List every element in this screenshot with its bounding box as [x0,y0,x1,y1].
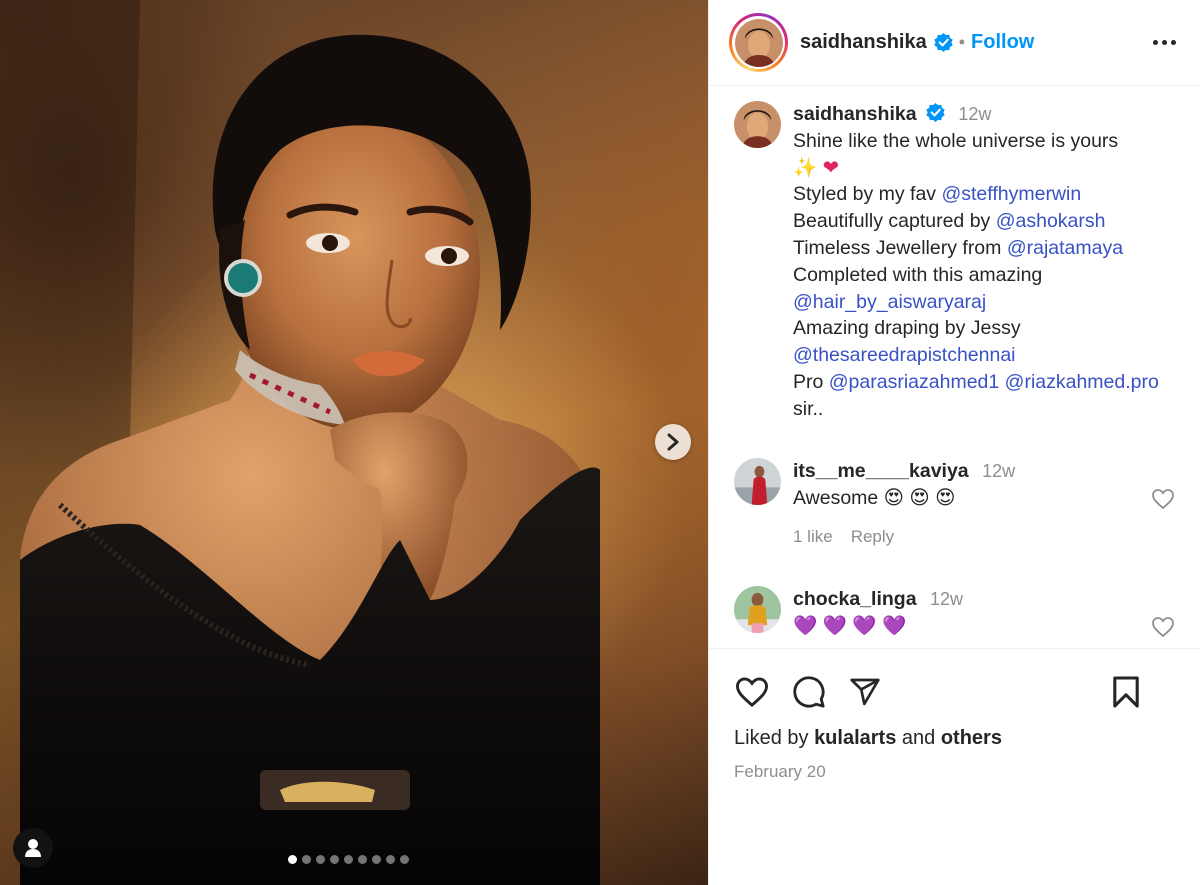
liked-by-others-link[interactable]: others [941,727,1002,749]
next-image-button[interactable] [655,424,691,460]
tagged-users-button[interactable] [13,828,53,868]
speech-bubble-icon [793,676,825,708]
carousel-dot [344,855,353,864]
caption-timestamp[interactable]: 12w [958,104,991,124]
sparkles-emoji: ✨ [793,156,818,179]
carousel-dot [288,855,297,864]
chevron-right-icon [667,433,679,451]
caption-text: saidhanshika 12w Shine like the whole un… [793,101,1178,423]
comment-item: chocka_linga 12w 💜 💜 💜 💜 [729,585,1180,640]
verified-badge-icon [934,33,953,52]
post-media[interactable] [0,0,708,885]
caption-line: @hair_by_aiswaryaraj [793,289,1178,316]
caption-author-avatar[interactable] [734,101,781,148]
liked-by-user-link[interactable]: kulalarts [814,727,896,749]
post-actions: Liked by kulalarts and others February 2… [709,648,1200,782]
comment-timestamp[interactable]: 12w [930,589,963,609]
mention-link[interactable]: @parasriazahmed1 [829,371,999,393]
post-header: saidhanshika • Follow [709,0,1200,86]
post-date[interactable]: February 20 [734,762,1180,782]
mention-link[interactable]: @steffhymerwin [941,183,1081,205]
mention-link[interactable]: @hair_by_aiswaryaraj [793,291,986,313]
verified-badge-icon [926,103,945,123]
caption-line: @thesareedrapistchennai [793,342,1178,369]
caption-line: sir.. [793,397,824,420]
author-avatar-ring[interactable] [729,13,788,72]
post-photo [0,0,600,885]
commenter-avatar[interactable] [734,457,781,505]
caption-line: Styled by my fav @steffhymerwin [793,183,1082,206]
carousel-dot [302,855,311,864]
comment-button[interactable] [792,675,826,709]
commenter-username[interactable]: its__me____kaviya [793,460,969,482]
post-caption: saidhanshika 12w Shine like the whole un… [729,101,1180,423]
caption-line: Pro @parasriazahmed1 @riazkahmed.pro [793,370,1159,393]
like-button[interactable] [734,676,770,708]
author-avatar [734,18,783,67]
caption-line: Timeless Jewellery from @rajatamaya [793,236,1124,259]
author-username[interactable]: saidhanshika [800,31,927,54]
caption-username[interactable]: saidhanshika [793,103,917,125]
carousel-dot [400,855,409,864]
caption-line: Beautifully captured by @ashokarsh [793,210,1106,233]
carousel-indicator [288,855,409,864]
mention-link[interactable]: @riazkahmed.pro [1005,371,1159,393]
commenter-username[interactable]: chocka_linga [793,588,917,610]
save-button[interactable] [1112,675,1140,709]
comment-like-icon[interactable] [1151,488,1175,510]
carousel-dot [358,855,367,864]
follow-button[interactable]: Follow [971,31,1034,54]
reply-button[interactable]: Reply [851,523,894,550]
caption-line: Completed with this amazing [793,263,1043,286]
comment-likes-count[interactable]: 1 like [793,523,833,550]
comment-timestamp[interactable]: 12w [982,461,1015,481]
comment-text: Awesome 😍 😍 😍 [793,486,956,509]
carousel-dot [372,855,381,864]
carousel-dot [316,855,325,864]
caption-line: Shine like the whole universe is yours [793,129,1119,152]
header-separator: • [958,32,966,52]
carousel-dot [386,855,395,864]
share-button[interactable] [848,676,882,708]
heart-outline-icon [735,677,769,708]
commenter-avatar[interactable] [734,585,781,633]
caption-emoji-line: ✨ ❤ [793,155,1178,182]
liked-by-text: Liked by kulalarts and others [734,727,1002,749]
ellipsis-icon [1153,40,1158,45]
mention-link[interactable]: @ashokarsh [996,210,1106,232]
caption-line: Amazing draping by Jessy [793,317,1021,340]
heart-emoji: ❤ [822,156,840,179]
bookmark-icon [1113,676,1139,708]
mention-link[interactable]: @rajatamaya [1007,237,1123,259]
comments-section: saidhanshika 12w Shine like the whole un… [709,86,1200,648]
comment-item: its__me____kaviya 12w Awesome 😍 😍 😍 1 li… [729,457,1180,550]
user-tag-icon [25,839,41,857]
mention-link[interactable]: @thesareedrapistchennai [793,344,1016,366]
more-options-button[interactable] [1153,40,1180,45]
carousel-dot [330,855,339,864]
comment-like-icon[interactable] [1151,616,1175,638]
post-details-panel: saidhanshika • Follow saidhanshika 12w S… [708,0,1200,885]
paper-plane-icon [850,678,880,706]
comment-text: 💜 💜 💜 💜 [793,614,907,637]
